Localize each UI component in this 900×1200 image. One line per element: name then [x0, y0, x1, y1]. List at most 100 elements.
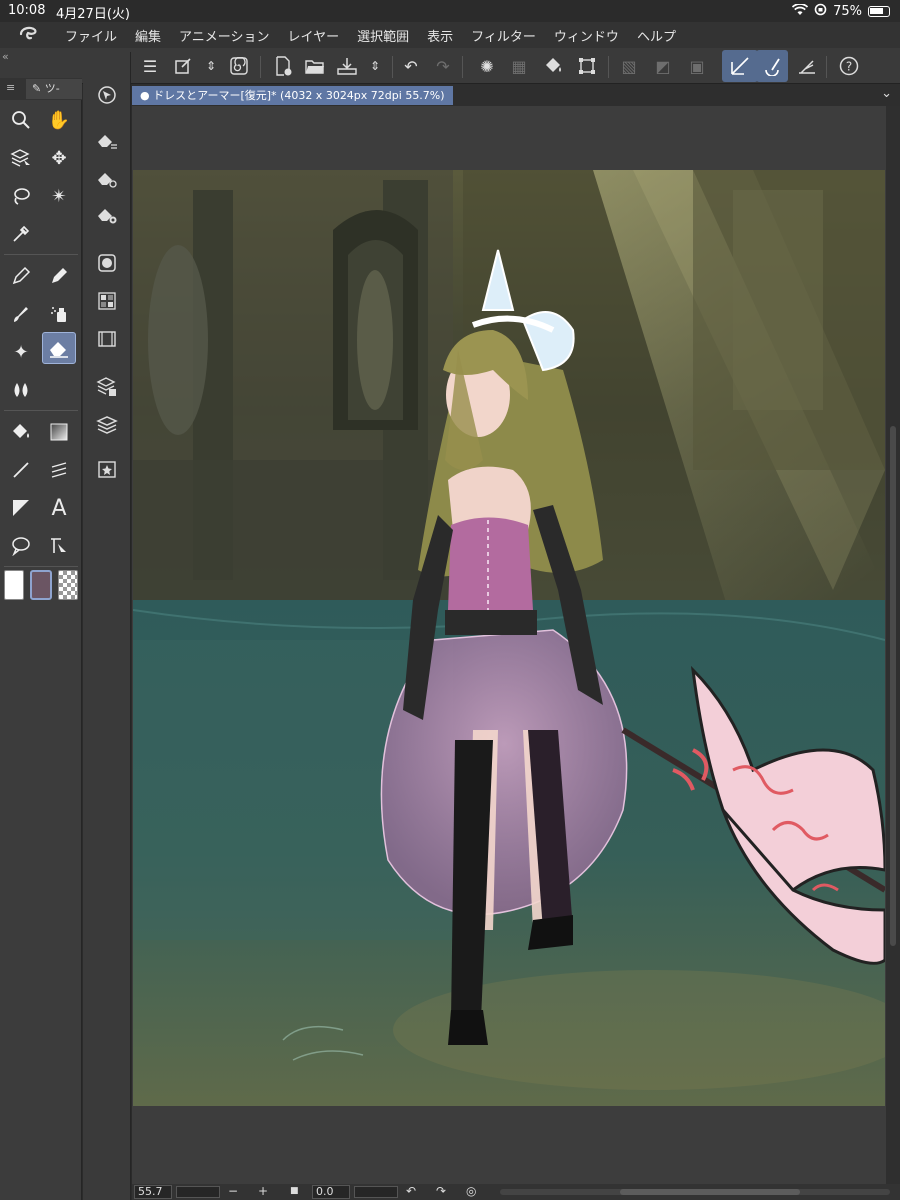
spiral-icon[interactable]: [226, 54, 252, 78]
color-set-icon[interactable]: [91, 286, 123, 316]
eraser-settings-icon[interactable]: [91, 126, 123, 156]
menu-view[interactable]: 表示: [418, 26, 462, 45]
line-tool-icon[interactable]: [4, 454, 38, 486]
tab-tool[interactable]: ✎ ツ-: [26, 79, 82, 99]
horizontal-scrollbar-thumb[interactable]: [620, 1189, 800, 1195]
fill-icon[interactable]: [540, 54, 566, 78]
tool-tab-label: ツ-: [44, 82, 60, 95]
material-icon[interactable]: [91, 454, 123, 484]
reset-rotation-icon[interactable]: ◎: [466, 1184, 476, 1198]
loading-spinner-icon[interactable]: ✺: [474, 54, 500, 78]
status-time: 10:08: [8, 3, 46, 18]
rotation-slider[interactable]: [354, 1186, 398, 1198]
airbrush-tool-icon[interactable]: [42, 298, 76, 330]
eyedropper-icon[interactable]: [4, 218, 38, 250]
brush-tool-icon[interactable]: [4, 298, 38, 330]
correct-line-tool-icon[interactable]: [42, 530, 76, 562]
orientation-lock-icon: [814, 3, 827, 20]
transparent-color-swatch[interactable]: [58, 570, 78, 600]
status-date: 4月27日(火): [56, 7, 130, 22]
frame-border-tool-icon[interactable]: [4, 492, 38, 524]
menu-edit[interactable]: 編集: [126, 26, 170, 45]
horizontal-scrollbar[interactable]: [500, 1189, 890, 1195]
layer-select-icon[interactable]: [4, 142, 38, 174]
ruler-snap-icon[interactable]: [722, 50, 758, 82]
zoom-out-icon[interactable]: −: [228, 1184, 238, 1198]
document-title: ドレスとアーマー[復元]* (4032 x 3024px 72dpi 55.7%…: [153, 89, 445, 102]
menu-filter[interactable]: フィルター: [462, 26, 545, 45]
clip-studio-logo-icon[interactable]: [0, 25, 56, 45]
menu-layer[interactable]: レイヤー: [279, 26, 349, 45]
menu-file[interactable]: ファイル: [56, 26, 126, 45]
battery-percent: 75%: [833, 4, 862, 19]
pen-snap-icon[interactable]: [756, 50, 788, 82]
fill-tool-icon[interactable]: [4, 416, 38, 448]
ruler-tool-icon[interactable]: [42, 454, 76, 486]
toolbar-separator: [462, 56, 463, 78]
artwork-illustration: [133, 170, 885, 1106]
transparency-icon[interactable]: ▧: [616, 54, 642, 78]
lasso-icon[interactable]: [4, 180, 38, 212]
sub-tool-panel: [83, 52, 131, 1200]
gradient-tool-icon[interactable]: [42, 416, 76, 448]
open-folder-icon[interactable]: [302, 54, 328, 78]
rotate-right-icon[interactable]: ↷: [436, 1184, 446, 1198]
pencil-tool-icon[interactable]: [42, 260, 76, 292]
hand-icon[interactable]: ✋: [42, 104, 76, 136]
magic-wand-icon[interactable]: ✴: [42, 180, 76, 212]
rotation-value[interactable]: 0.0: [312, 1185, 350, 1199]
frame-icon[interactable]: ▣: [684, 54, 710, 78]
zoom-value[interactable]: 55.7: [134, 1185, 172, 1199]
gradient-icon[interactable]: ◩: [650, 54, 676, 78]
menu-selection[interactable]: 選択範囲: [348, 26, 418, 45]
sub-color-swatch[interactable]: [30, 570, 52, 600]
collapse-left-icon[interactable]: «: [2, 50, 9, 63]
perspective-icon[interactable]: [794, 54, 820, 78]
layer-property-icon[interactable]: [91, 372, 123, 402]
toolbar-separator: [826, 56, 827, 78]
rotate-left-icon[interactable]: ↶: [406, 1184, 416, 1198]
vertical-scrollbar[interactable]: [886, 106, 900, 1184]
stepper-icon[interactable]: ⇕: [198, 54, 224, 78]
save-icon[interactable]: [334, 54, 360, 78]
artwork-canvas[interactable]: [133, 170, 885, 1106]
menu-animation[interactable]: アニメーション: [170, 26, 278, 45]
zoom-slider[interactable]: [176, 1186, 220, 1198]
redo-icon[interactable]: ↷: [430, 54, 456, 78]
toolbar-separator: [392, 56, 393, 78]
scrollbar-thumb[interactable]: [890, 426, 896, 946]
menu-window[interactable]: ウィンドウ: [545, 26, 628, 45]
undo-icon[interactable]: ↶: [398, 54, 424, 78]
blend-tool-icon[interactable]: [4, 374, 38, 406]
chevron-down-icon[interactable]: ⌄: [881, 86, 892, 101]
text-tool-icon[interactable]: A: [42, 492, 76, 524]
modify-tool-icon[interactable]: [170, 54, 196, 78]
panel-menu-icon[interactable]: ≡: [6, 81, 15, 94]
transform-icon[interactable]: [574, 54, 600, 78]
help-icon[interactable]: ?: [836, 54, 862, 78]
command-bar: « « › ☰ ⇕ ⇕ ↶ ↷ ✺ ▦ ▧ ◩ ▣ ?: [0, 48, 900, 84]
main-color-swatch[interactable]: [4, 570, 24, 600]
color-wheel-icon[interactable]: [91, 248, 123, 278]
tool-divider: [4, 254, 78, 255]
hamburger-menu-icon[interactable]: ☰: [137, 54, 163, 78]
decoration-tool-icon[interactable]: ✦: [4, 336, 38, 368]
clear-selection-icon[interactable]: ▦: [506, 54, 532, 78]
new-file-icon[interactable]: [270, 54, 296, 78]
layers-icon[interactable]: [91, 410, 123, 440]
menu-bar: ファイル 編集 アニメーション レイヤー 選択範囲 表示 フィルター ウィンドウ…: [0, 22, 900, 48]
fit-icon[interactable]: ■: [290, 1186, 299, 1196]
navigator-icon[interactable]: [91, 80, 123, 110]
zoom-in-icon[interactable]: +: [258, 1184, 268, 1198]
save-stepper-icon[interactable]: ⇕: [362, 54, 388, 78]
document-tab[interactable]: ● ドレスとアーマー[復元]* (4032 x 3024px 72dpi 55.…: [132, 86, 453, 105]
move-icon[interactable]: ✥: [42, 142, 76, 174]
pen-tool-icon[interactable]: [4, 260, 38, 292]
eraser-tool-icon[interactable]: [42, 332, 76, 364]
brush-size-icon[interactable]: [91, 200, 123, 230]
zoom-icon[interactable]: [4, 104, 38, 136]
balloon-tool-icon[interactable]: [4, 530, 38, 562]
timeline-icon[interactable]: [91, 324, 123, 354]
tool-property-icon[interactable]: [91, 164, 123, 194]
menu-help[interactable]: ヘルプ: [628, 26, 685, 45]
